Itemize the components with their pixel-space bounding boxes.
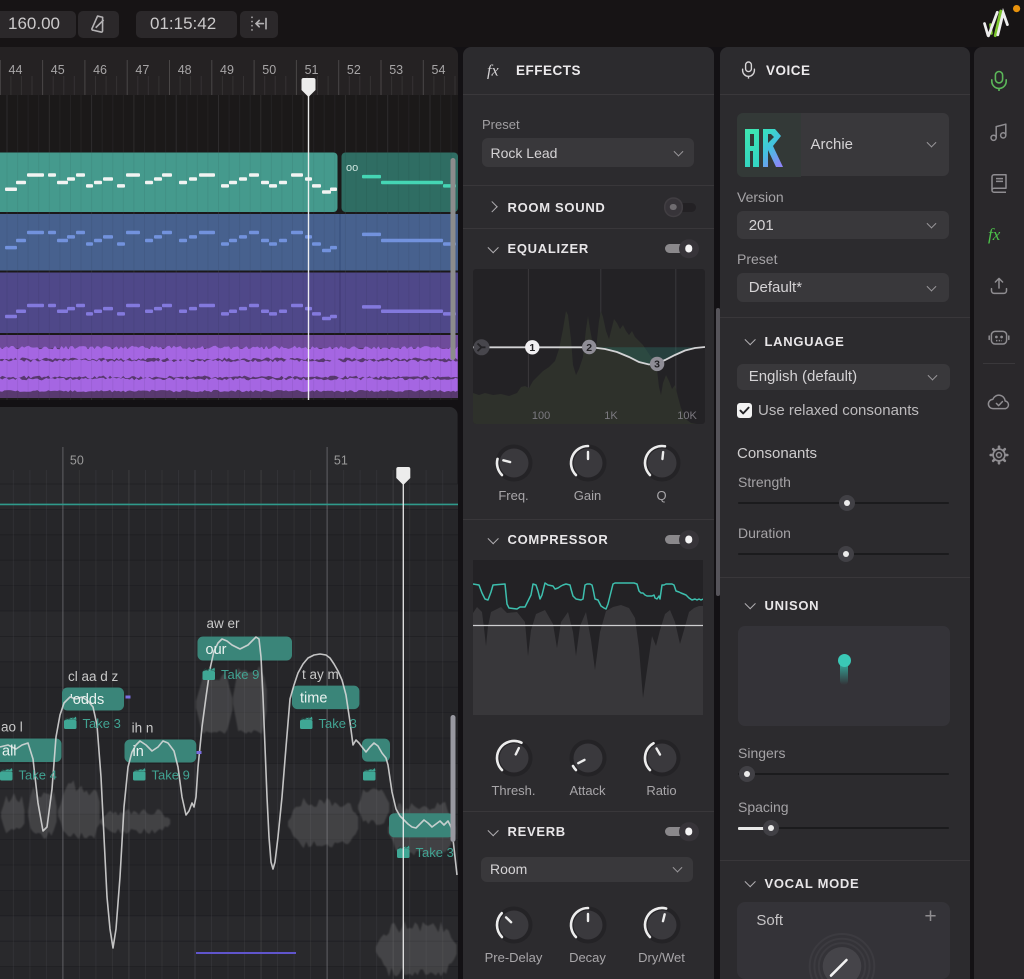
svg-text:cl aa d z: cl aa d z: [68, 669, 119, 684]
svg-text:Take 3: Take 3: [83, 716, 121, 731]
svg-text:Take 3: Take 3: [416, 845, 454, 860]
svg-text:10K: 10K: [677, 410, 697, 422]
svg-text:2: 2: [586, 341, 592, 353]
svg-text:fx: fx: [487, 63, 499, 80]
svg-text:'odds: 'odds: [70, 692, 104, 708]
svg-text:54: 54: [432, 63, 446, 77]
svg-text:3: 3: [654, 358, 660, 370]
svg-text:Take 9: Take 9: [152, 768, 190, 783]
svg-text:time: time: [300, 691, 327, 707]
svg-text:all: all: [2, 744, 17, 760]
svg-text:ao l: ao l: [1, 720, 23, 735]
svg-text:45: 45: [51, 63, 65, 77]
svg-text:1: 1: [529, 342, 535, 354]
svg-text:50: 50: [70, 454, 84, 468]
svg-text:100: 100: [531, 410, 549, 422]
svg-text:53: 53: [389, 63, 403, 77]
svg-text:46: 46: [93, 63, 107, 77]
svg-text:51: 51: [305, 63, 319, 77]
svg-text:48: 48: [178, 63, 192, 77]
svg-text:51: 51: [334, 454, 348, 468]
svg-text:47: 47: [135, 63, 149, 77]
svg-text:1K: 1K: [604, 410, 618, 422]
svg-text:52: 52: [347, 63, 361, 77]
svg-text:Take 4: Take 4: [19, 768, 57, 783]
svg-text:Take 3: Take 3: [319, 716, 357, 731]
svg-text:Take 9: Take 9: [221, 667, 259, 682]
svg-text:t ay m: t ay m: [302, 667, 339, 682]
svg-text:44: 44: [9, 63, 23, 77]
svg-text:fx: fx: [988, 225, 1001, 244]
svg-text:our: our: [206, 642, 227, 658]
svg-text:ih n: ih n: [132, 721, 154, 736]
svg-text:50: 50: [262, 63, 276, 77]
svg-text:in: in: [133, 744, 144, 760]
svg-text:49: 49: [220, 63, 234, 77]
svg-text:aw er: aw er: [207, 616, 241, 631]
